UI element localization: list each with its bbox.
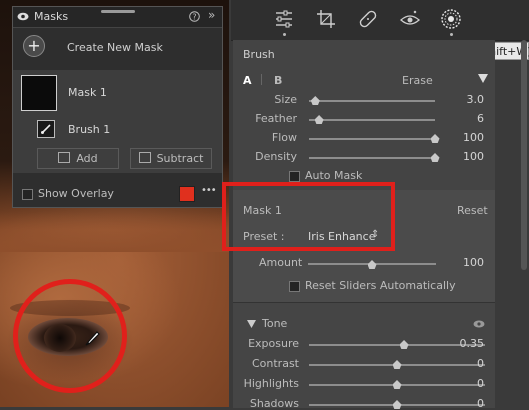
- reset-sliders-label: Reset Sliders Automatically: [305, 279, 456, 292]
- reset-sliders-checkbox[interactable]: [289, 281, 300, 292]
- slider-track[interactable]: [309, 138, 435, 140]
- amount-label: Amount: [259, 256, 303, 269]
- auto-mask-checkbox[interactable]: [289, 171, 300, 182]
- masks-panel: Masks ? » + Create New Mask Mask 1 Brush…: [12, 6, 223, 208]
- show-overlay-checkbox[interactable]: [22, 189, 33, 200]
- collapse-icon[interactable]: »: [208, 8, 215, 22]
- brush-b-tab[interactable]: B: [274, 74, 282, 87]
- subtract-button[interactable]: Subtract: [130, 148, 212, 169]
- edit-sliders-icon[interactable]: [273, 8, 295, 30]
- highlight-rectangle-annotation: [222, 182, 395, 251]
- mask-thumbnail[interactable]: [21, 75, 57, 111]
- auto-mask-label: Auto Mask: [305, 169, 363, 182]
- create-new-mask-label[interactable]: Create New Mask: [67, 41, 163, 54]
- slider-value[interactable]: 0: [454, 377, 484, 390]
- slider-thumb[interactable]: [430, 134, 440, 143]
- collapse-triangle-icon[interactable]: [478, 74, 488, 83]
- masking-icon[interactable]: [440, 8, 462, 30]
- amount-value[interactable]: 100: [454, 256, 484, 269]
- slider-thumb[interactable]: [430, 153, 440, 162]
- slider-value[interactable]: 3.0: [454, 93, 485, 106]
- add-button[interactable]: Add: [37, 148, 119, 169]
- brush-component-thumbnail[interactable]: [37, 120, 55, 138]
- slider-label: Exposure: [248, 337, 299, 350]
- brush-header: Brush: [243, 48, 275, 61]
- tab-divider: [261, 74, 262, 85]
- slider-label: Flow: [271, 131, 297, 144]
- overlay-color-swatch[interactable]: [179, 186, 195, 202]
- slider-track[interactable]: [309, 100, 435, 102]
- healing-icon[interactable]: [357, 8, 379, 30]
- mask-name[interactable]: Mask 1: [68, 86, 107, 99]
- slider-label: Shadows: [249, 397, 299, 410]
- slider-label: Highlights: [243, 377, 299, 390]
- slider-value[interactable]: 0: [454, 357, 484, 370]
- masks-panel-header: Masks ? »: [13, 7, 222, 28]
- brush-cursor-icon: [85, 331, 100, 346]
- reset-button[interactable]: Reset: [457, 204, 488, 217]
- brush-component-name[interactable]: Brush 1: [68, 123, 110, 136]
- erase-tab[interactable]: Erase: [402, 74, 433, 87]
- drag-handle[interactable]: [101, 10, 135, 13]
- slider-value[interactable]: 100: [454, 150, 484, 163]
- more-options-icon[interactable]: •••: [201, 185, 217, 196]
- slider-label: Contrast: [251, 357, 299, 370]
- slider-value[interactable]: 6: [454, 112, 484, 125]
- slider-value[interactable]: 100: [454, 131, 484, 144]
- tone-visibility-icon[interactable]: [473, 320, 485, 328]
- slider-label: Density: [255, 150, 297, 163]
- subtract-icon: [138, 152, 151, 163]
- help-icon[interactable]: ?: [189, 11, 200, 22]
- tool-indicator-dot-active: [450, 33, 453, 36]
- slider-label: Feather: [255, 112, 297, 125]
- add-icon: [58, 152, 71, 163]
- brush-icon: [41, 124, 51, 134]
- slider-thumb[interactable]: [399, 340, 409, 349]
- panel-scrollbar[interactable]: [521, 40, 527, 270]
- slider-thumb[interactable]: [392, 400, 402, 409]
- highlight-circle-annotation: [13, 279, 127, 393]
- slider-value[interactable]: 0.35: [454, 337, 485, 350]
- slider-thumb[interactable]: [392, 380, 402, 389]
- show-overlay-label: Show Overlay: [38, 187, 114, 200]
- slider-label: Size: [274, 93, 297, 106]
- crop-icon[interactable]: [315, 8, 337, 30]
- red-eye-icon[interactable]: [399, 8, 421, 30]
- slider-value[interactable]: 0: [454, 397, 484, 410]
- masks-title: Masks: [34, 10, 69, 23]
- amount-slider-thumb[interactable]: [367, 260, 377, 269]
- tool-strip: [231, 0, 529, 41]
- brush-a-tab[interactable]: A: [243, 74, 252, 87]
- svg-text:?: ?: [192, 13, 196, 22]
- slider-track[interactable]: [309, 119, 435, 121]
- tool-indicator-dot: [283, 33, 286, 36]
- create-new-mask-button[interactable]: +: [23, 35, 45, 57]
- add-button-label: Add: [76, 152, 98, 165]
- slider-thumb[interactable]: [310, 96, 320, 105]
- mask-list: Mask 1 Brush 1 Add Subtract: [13, 70, 222, 173]
- tone-collapse-triangle-icon[interactable]: [247, 320, 256, 328]
- slider-track[interactable]: [309, 157, 435, 159]
- tone-header: Tone: [262, 317, 288, 330]
- brush-section: Brush A B Erase Size 3.0 Feather 6 Flow 100 De…: [233, 40, 495, 190]
- skin-region: [0, 212, 229, 252]
- slider-thumb[interactable]: [392, 360, 402, 369]
- subtract-button-label: Subtract: [156, 152, 204, 165]
- eye-visibility-icon[interactable]: [17, 12, 29, 21]
- slider-thumb[interactable]: [314, 115, 324, 124]
- tone-section: Tone Exposure 0.35 Contrast 0 Highlights 0 Sha…: [233, 302, 495, 410]
